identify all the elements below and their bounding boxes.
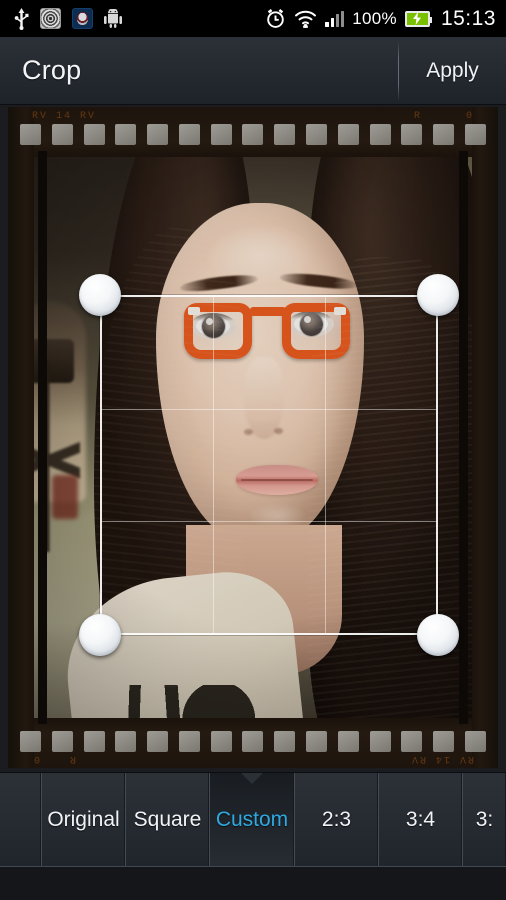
ratio-option-square[interactable]: Square [126, 773, 210, 866]
status-bar-right-icons: 100% 15:13 [265, 7, 496, 31]
ratio-option-partial-right[interactable]: 3: [463, 773, 506, 866]
ratio-option-original[interactable]: Original [42, 773, 126, 866]
app-screen: 100% 15:13 Crop Apply RV 14 RV R 0 0 R R… [0, 0, 506, 900]
ratio-option-2-3[interactable]: 2:3 [295, 773, 379, 866]
crop-gridline-v2 [324, 297, 326, 633]
battery-percent-label: 100% [352, 8, 397, 28]
android-robot-icon [104, 9, 122, 28]
ratio-option-3-4[interactable]: 3:4 [379, 773, 463, 866]
apply-button[interactable]: Apply [399, 37, 506, 104]
crop-handle-bottom-right[interactable] [417, 614, 459, 656]
crop-gridline-h1 [102, 408, 436, 410]
crop-selection-rect[interactable] [100, 295, 438, 635]
ratio-option-custom-label: Custom [215, 807, 289, 831]
status-bar: 100% 15:13 [0, 0, 506, 37]
wifi-icon [294, 9, 317, 28]
battery-charging-icon [404, 10, 432, 27]
crop-gridline-v1 [213, 297, 215, 633]
ratio-option-partial-left[interactable] [0, 773, 42, 866]
bottom-toolbar: Original Square Custom 2:3 3:4 3: [0, 772, 506, 900]
editor-canvas[interactable]: RV 14 RV R 0 0 R RV 14 RV [0, 105, 506, 772]
camera-app-icon [40, 8, 61, 29]
status-bar-left-icons [14, 7, 122, 30]
aspect-ratio-strip[interactable]: Original Square Custom 2:3 3:4 3: [0, 772, 506, 867]
alarm-clock-icon [265, 8, 286, 29]
crop-handle-top-right[interactable] [417, 274, 459, 316]
bottom-filler [0, 867, 506, 900]
title-bar: Crop Apply [0, 37, 506, 105]
usb-icon [14, 7, 29, 30]
page-title: Crop [22, 55, 82, 85]
app-badge-icon [72, 8, 93, 29]
crop-handle-bottom-left[interactable] [79, 614, 121, 656]
ratio-option-custom[interactable]: Custom [210, 773, 295, 866]
status-clock: 15:13 [440, 6, 496, 30]
crop-handle-top-left[interactable] [79, 274, 121, 316]
selected-indicator-chevron-icon [241, 773, 263, 784]
signal-bars-icon [325, 10, 345, 27]
crop-overlay[interactable] [0, 105, 506, 772]
crop-gridline-h2 [102, 520, 436, 522]
